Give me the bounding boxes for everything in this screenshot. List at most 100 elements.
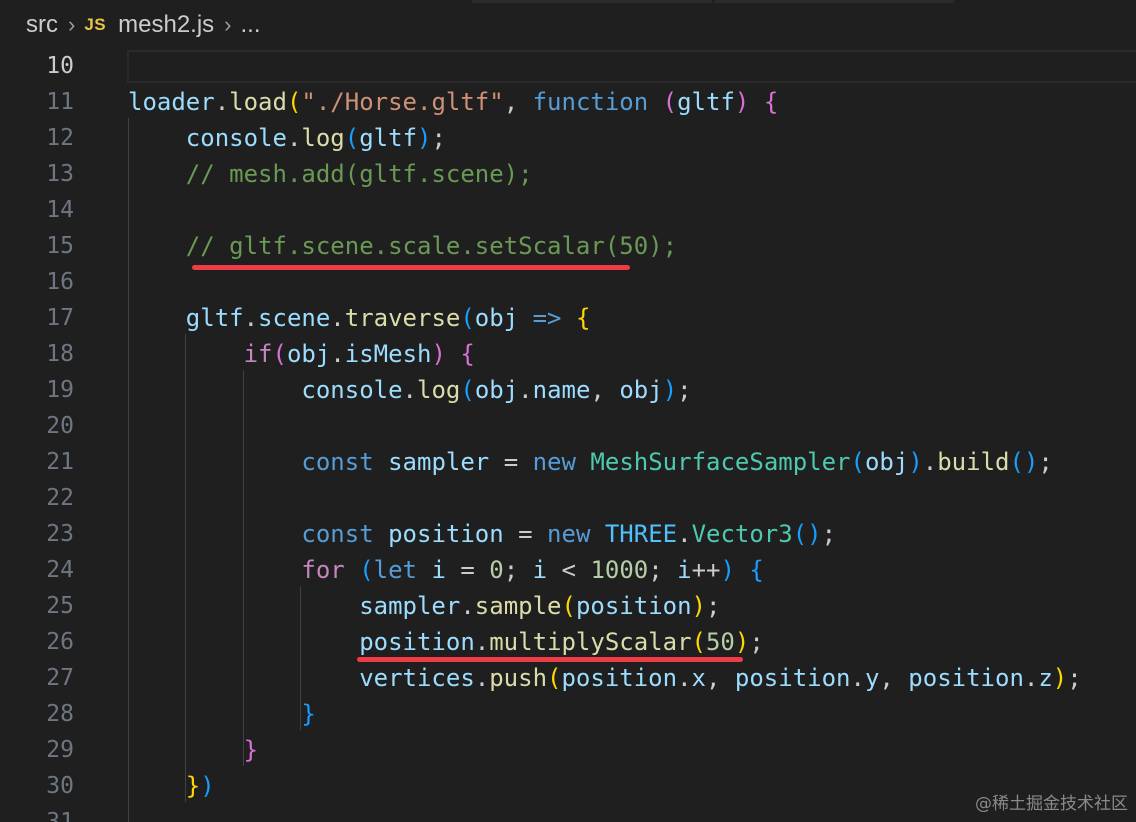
code-token: ; — [503, 556, 533, 584]
annotation-underline — [357, 657, 743, 662]
code-token: ; — [648, 556, 678, 584]
code-token: , — [705, 664, 735, 692]
code-token: position — [908, 664, 1024, 692]
code-token: ( — [272, 340, 287, 368]
code-text: for (let i = 0; i < 1000; i++) { — [128, 552, 763, 588]
line-number: 19 — [46, 377, 74, 403]
code-line[interactable]: 18 if(obj.isMesh) { — [0, 336, 1136, 372]
code-text: sampler.sample(position); — [128, 588, 720, 624]
tab-strip-edge — [472, 0, 712, 3]
line-number: 14 — [46, 197, 74, 223]
code-line[interactable]: 19 console.log(obj.name, obj); — [0, 372, 1136, 408]
code-line[interactable]: 10 — [0, 50, 1136, 84]
code-token: ; — [821, 520, 837, 548]
code-line[interactable]: 17 gltf.scene.traverse(obj => { — [0, 300, 1136, 336]
code-line[interactable]: 28 } — [0, 696, 1136, 732]
code-text: gltf.scene.traverse(obj => { — [128, 300, 591, 336]
code-token: ) — [200, 772, 215, 800]
code-line[interactable]: 21 const sampler = new MeshSurfaceSample… — [0, 444, 1136, 480]
code-editor[interactable]: 10 11 loader.load("./Horse.gltf", function… — [0, 50, 1136, 822]
breadcrumb-symbols[interactable]: ... — [241, 11, 261, 39]
line-number: 11 — [46, 89, 74, 115]
code-token: "./Horse.gltf" — [301, 88, 504, 116]
code-token: obj — [474, 376, 519, 404]
code-token: ; — [431, 124, 446, 152]
code-line[interactable]: 15 // gltf.scene.scale.setScalar(50); — [0, 228, 1136, 264]
code-token: ) — [1023, 448, 1039, 476]
breadcrumb-folder[interactable]: src — [26, 11, 58, 39]
code-token: ( — [286, 88, 302, 116]
code-token: , — [590, 376, 620, 404]
line-number: 15 — [46, 233, 74, 259]
code-token: gltf — [359, 124, 418, 152]
code-token: position — [734, 664, 851, 692]
code-text: } — [128, 696, 316, 732]
line-number: 31 — [46, 809, 74, 822]
code-token: . — [1023, 664, 1039, 692]
code-token: . — [214, 88, 230, 116]
breadcrumb-file[interactable]: mesh2.js — [118, 11, 214, 39]
code-token: . — [474, 664, 490, 692]
code-token: obj — [474, 304, 519, 332]
chevron-right-icon: › — [68, 12, 76, 37]
code-token: // gltf.scene.scale.setScalar(50); — [185, 232, 678, 260]
line-number: 21 — [46, 449, 74, 475]
code-token: loader — [128, 88, 215, 116]
code-token: position — [359, 628, 475, 656]
code-token: ) — [431, 340, 446, 368]
code-token: ) — [417, 124, 432, 152]
code-line[interactable]: 12 console.log(gltf); — [0, 120, 1136, 156]
code-line[interactable]: 20 — [0, 408, 1136, 444]
code-token: } — [243, 736, 259, 764]
code-text: }) — [128, 768, 215, 804]
code-token: console — [185, 124, 287, 152]
code-token: y — [864, 664, 880, 692]
code-token: . — [286, 124, 302, 152]
code-token: new — [532, 448, 576, 476]
code-line[interactable]: 29 } — [0, 732, 1136, 768]
code-token: 1000 — [590, 556, 649, 584]
code-text: } — [128, 732, 258, 768]
code-line[interactable]: 25 sampler.sample(position); — [0, 588, 1136, 624]
code-token: traverse — [344, 304, 461, 332]
code-token: } — [301, 700, 316, 728]
code-line[interactable]: 24 for (let i = 0; i < 1000; i++) { — [0, 552, 1136, 588]
code-token: const — [301, 520, 374, 548]
code-token: const — [301, 448, 374, 476]
code-line[interactable]: 23 const position = new THREE.Vector3(); — [0, 516, 1136, 552]
line-number: 30 — [46, 773, 74, 799]
code-line[interactable]: 13 // mesh.add(gltf.scene); — [0, 156, 1136, 192]
code-token: ( — [662, 88, 678, 116]
code-line[interactable]: 11 loader.load("./Horse.gltf", function (… — [0, 84, 1136, 120]
code-token: THREE — [604, 520, 678, 548]
code-line[interactable]: 26 position.multiplyScalar(50); — [0, 624, 1136, 660]
code-token: multiplyScalar — [489, 628, 692, 656]
code-token: console — [301, 376, 403, 404]
code-token: ; — [706, 592, 721, 620]
code-line[interactable]: 14 — [0, 192, 1136, 228]
line-number: 12 — [46, 125, 74, 151]
code-token: ) — [734, 628, 750, 656]
code-line[interactable]: 30 }) — [0, 768, 1136, 804]
watermark: @稀土掘金技术社区 — [975, 794, 1128, 814]
breadcrumb: src › JS mesh2.js › ... — [0, 0, 1136, 50]
code-line[interactable]: 22 — [0, 480, 1136, 516]
code-text: console.log(obj.name, obj); — [128, 372, 691, 408]
code-line[interactable]: 31 — [0, 804, 1136, 822]
code-token: ( — [359, 556, 374, 584]
line-number: 23 — [46, 521, 74, 547]
code-line[interactable]: 27 vertices.push(position.x, position.y,… — [0, 660, 1136, 696]
code-token: { — [460, 340, 475, 368]
code-token: obj — [619, 376, 663, 404]
code-token: Vector3 — [691, 520, 793, 548]
code-token: obj — [864, 448, 909, 476]
code-token: scene — [258, 304, 331, 332]
